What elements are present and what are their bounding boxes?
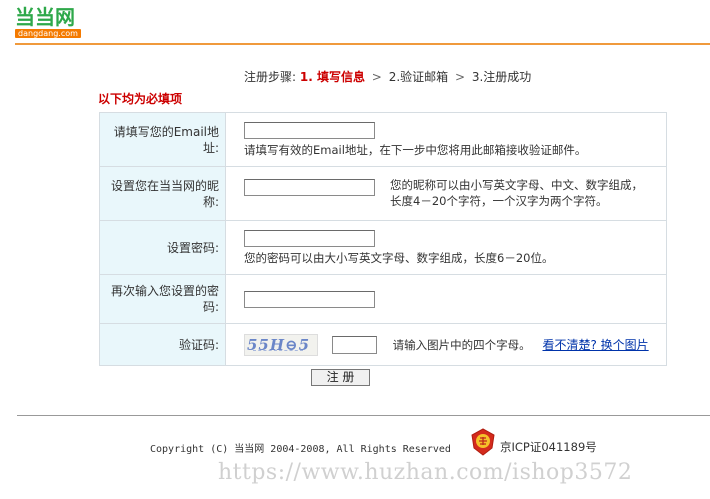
police-badge-icon bbox=[471, 428, 495, 456]
email-hint: 请填写有效的Email地址，在下一步中您将用此邮箱接收验证邮件。 bbox=[244, 142, 587, 157]
email-label: 请填写您的Email地址: bbox=[99, 112, 226, 167]
step-2: 2.验证邮箱 bbox=[388, 70, 449, 84]
step-arrow-1: > bbox=[371, 70, 382, 84]
step-3: 3.注册成功 bbox=[471, 70, 532, 84]
captcha-noise bbox=[253, 349, 303, 354]
footer-divider bbox=[17, 415, 710, 416]
password-row: 设置密码: 您的密码可以由大小写英文字母、数字组成，长度6－20位。 bbox=[99, 220, 667, 275]
captcha-hint: 请输入图片中的四个字母。 bbox=[392, 337, 531, 352]
nickname-label: 设置您在当当网的昵称: bbox=[99, 166, 226, 221]
password-confirm-cell bbox=[225, 274, 667, 324]
password-confirm-label: 再次输入您设置的密码: bbox=[99, 274, 226, 324]
register-submit-button[interactable]: 注 册 bbox=[311, 369, 370, 386]
nickname-cell: 您的昵称可以由小写英文字母、中文、数字组成， 长度4－20个字符，一个汉字为两个… bbox=[225, 166, 667, 221]
captcha-refresh-link[interactable]: 看不清楚? 换个图片 bbox=[542, 338, 648, 352]
nickname-hint: 您的昵称可以由小写英文字母、中文、数字组成， 长度4－20个字符，一个汉字为两个… bbox=[390, 177, 650, 209]
nickname-hint-line1: 您的昵称可以由小写英文字母、中文、数字组成， bbox=[390, 178, 643, 192]
captcha-cell: 55H⊖5 请输入图片中的四个字母。 看不清楚? 换个图片 bbox=[225, 323, 667, 366]
watermark: https://www.huzhan.com/ishop3572 bbox=[218, 460, 633, 485]
dangdang-logo[interactable]: 当当网 dangdang.com bbox=[15, 6, 83, 38]
step-1-current: 1. 填写信息 bbox=[299, 70, 365, 84]
copyright-text: Copyright (C) 当当网 2004-2008, All Rights … bbox=[150, 444, 451, 455]
captcha-input[interactable] bbox=[331, 335, 377, 354]
captcha-row: 验证码: 55H⊖5 请输入图片中的四个字母。 看不清楚? 换个图片 bbox=[99, 323, 667, 366]
captcha-image: 55H⊖5 bbox=[244, 333, 318, 356]
nickname-hint-line2: 长度4－20个字符，一个汉字为两个字符。 bbox=[390, 194, 608, 208]
captcha-label: 验证码: bbox=[99, 323, 226, 366]
required-fields-note: 以下均为必填项 bbox=[98, 92, 183, 106]
email-input[interactable] bbox=[244, 121, 375, 139]
email-row: 请填写您的Email地址: 请填写有效的Email地址，在下一步中您将用此邮箱接… bbox=[99, 112, 667, 167]
email-cell: 请填写有效的Email地址，在下一步中您将用此邮箱接收验证邮件。 bbox=[225, 112, 667, 167]
nickname-input[interactable] bbox=[244, 178, 375, 196]
logo-domain: dangdang.com bbox=[15, 29, 81, 38]
steps-prefix: 注册步骤: bbox=[244, 70, 297, 84]
step-arrow-2: > bbox=[454, 70, 466, 84]
password-input[interactable] bbox=[244, 229, 375, 247]
logo-chinese-name: 当当网 bbox=[15, 5, 75, 29]
nickname-row: 设置您在当当网的昵称: 您的昵称可以由小写英文字母、中文、数字组成， 长度4－2… bbox=[99, 166, 667, 221]
header-divider bbox=[15, 43, 710, 45]
registration-form: 请填写您的Email地址: 请填写有效的Email地址，在下一步中您将用此邮箱接… bbox=[99, 112, 667, 366]
password-confirm-row: 再次输入您设置的密码: bbox=[99, 274, 667, 324]
registration-steps: 注册步骤: 1. 填写信息 > 2.验证邮箱 > 3.注册成功 bbox=[244, 68, 531, 85]
password-confirm-input[interactable] bbox=[244, 290, 375, 308]
password-cell: 您的密码可以由大小写英文字母、数字组成，长度6－20位。 bbox=[225, 220, 667, 275]
password-label: 设置密码: bbox=[99, 220, 226, 275]
password-hint: 您的密码可以由大小写英文字母、数字组成，长度6－20位。 bbox=[244, 250, 554, 265]
icp-license[interactable]: 京ICP证041189号 bbox=[500, 439, 597, 455]
